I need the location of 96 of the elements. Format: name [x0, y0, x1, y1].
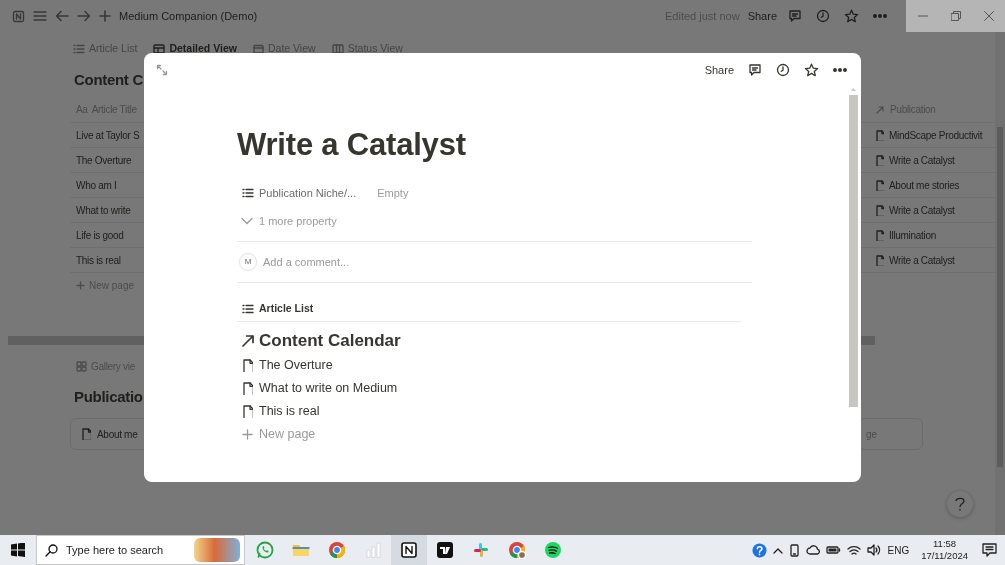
property-value[interactable]: Empty	[377, 184, 409, 202]
plus-icon	[242, 429, 253, 440]
clock-icon[interactable]	[776, 63, 790, 77]
table-cell[interactable]: Who am I	[76, 177, 117, 193]
list-icon	[242, 188, 254, 198]
file-icon	[875, 179, 884, 191]
forward-button[interactable]	[77, 10, 91, 22]
more-properties-button[interactable]: 1 more property	[237, 209, 343, 233]
new-page-button[interactable]: New page	[237, 423, 322, 446]
plus-icon	[76, 280, 85, 290]
file-icon	[242, 359, 253, 372]
page-link[interactable]: The Overture	[259, 356, 333, 375]
table-cell[interactable]: Write a Catalyst	[889, 202, 955, 218]
share-button[interactable]: Share	[704, 61, 734, 79]
plus-icon	[99, 10, 111, 22]
search-bar[interactable]: Type here to search	[36, 535, 245, 565]
app-logo-button[interactable]	[12, 9, 25, 23]
section-title: Publicatio	[73, 387, 143, 408]
chart-app-icon	[436, 541, 454, 559]
search-icon	[45, 543, 58, 557]
vertical-scrollbar[interactable]	[995, 32, 1005, 535]
notification-icon[interactable]	[982, 543, 997, 557]
cloud-icon[interactable]	[806, 544, 821, 556]
list-icon	[73, 44, 85, 54]
chevron-down-icon	[241, 217, 253, 225]
file-icon	[81, 428, 91, 440]
help-button[interactable]	[947, 491, 973, 517]
menu-button[interactable]	[33, 10, 47, 22]
table-cell[interactable]: Live at Taylor S	[76, 127, 140, 143]
chevron-up-icon[interactable]	[773, 546, 784, 554]
share-button[interactable]: Share	[747, 7, 777, 25]
view-tab[interactable]: Detailed View	[150, 41, 240, 57]
property-label[interactable]: Publication Niche/...	[259, 184, 357, 202]
database-title: Content C	[73, 70, 143, 91]
table-cell[interactable]: Write a Catalyst	[889, 252, 955, 268]
list-icon	[242, 304, 254, 314]
close-icon	[983, 11, 994, 21]
page-title: Write a Catalyst	[237, 126, 467, 164]
phone-icon[interactable]	[789, 543, 801, 557]
expand-icon[interactable]	[156, 64, 168, 76]
taskbar-app-button[interactable]	[391, 535, 427, 565]
browser-icon	[508, 541, 526, 559]
language-indicator[interactable]: ENG	[887, 542, 910, 558]
clock-time[interactable]: 11:58	[933, 538, 957, 550]
page-breadcrumb[interactable]: Medium Companion (Demo)	[119, 7, 258, 25]
battery-icon[interactable]	[826, 545, 842, 555]
database-title[interactable]: Content Calendar	[259, 328, 401, 354]
file-icon	[875, 204, 884, 216]
windows-logo-icon	[11, 543, 25, 557]
menu-icon	[33, 10, 47, 22]
table-cell[interactable]: What to write	[76, 202, 131, 218]
file-icon	[242, 405, 253, 418]
wifi-icon[interactable]	[847, 544, 862, 556]
view-tab[interactable]: Article List	[237, 297, 320, 321]
more-icon[interactable]	[833, 68, 847, 72]
help-icon[interactable]	[752, 542, 768, 558]
page-link[interactable]: What to write on Medium	[259, 379, 398, 398]
question-mark-icon	[953, 496, 967, 512]
music-app-icon	[544, 541, 562, 559]
comment-icon[interactable]	[748, 63, 762, 77]
file-icon	[875, 154, 884, 166]
file-icon	[875, 129, 884, 141]
table-cell[interactable]: MindScape Productivit	[889, 127, 983, 143]
browser-icon	[328, 541, 346, 559]
file-icon	[875, 254, 884, 266]
calendar-icon	[252, 44, 264, 54]
star-icon[interactable]	[844, 9, 859, 23]
table-cell[interactable]: This is real	[76, 252, 121, 268]
clock-date[interactable]: 17/11/2024	[921, 550, 968, 562]
app-logo-icon	[12, 9, 25, 23]
arrow-up-right-icon	[875, 104, 885, 115]
file-icon	[875, 229, 884, 241]
table-cell[interactable]: Write a Catalyst	[889, 152, 955, 168]
cube-app-icon	[400, 541, 418, 559]
chat-bubble-icon	[256, 541, 274, 559]
back-button[interactable]	[55, 10, 69, 22]
back-arrow-icon	[55, 10, 69, 22]
gallery-icon	[76, 360, 87, 372]
arrow-up-right-icon	[241, 334, 255, 348]
bar-chart-icon	[364, 541, 382, 559]
file-icon	[242, 382, 253, 395]
page-link[interactable]: This is real	[259, 402, 320, 421]
table-cell[interactable]: The Overture	[76, 152, 132, 168]
table-cell[interactable]: Illumination	[889, 227, 936, 243]
star-icon[interactable]	[804, 63, 819, 77]
restore-icon	[950, 11, 961, 21]
table-cell[interactable]: About me stories	[889, 177, 960, 193]
table-cell[interactable]: Life is good	[76, 227, 124, 243]
new-page-button[interactable]	[99, 10, 111, 22]
search-field[interactable]: Type here to search	[66, 541, 186, 559]
table-icon	[153, 44, 166, 54]
forward-arrow-icon	[77, 10, 91, 22]
board-icon	[331, 44, 344, 54]
pinwheel-icon	[472, 541, 490, 559]
illustration-placeholder	[194, 538, 240, 562]
speaker-icon[interactable]	[867, 544, 882, 556]
